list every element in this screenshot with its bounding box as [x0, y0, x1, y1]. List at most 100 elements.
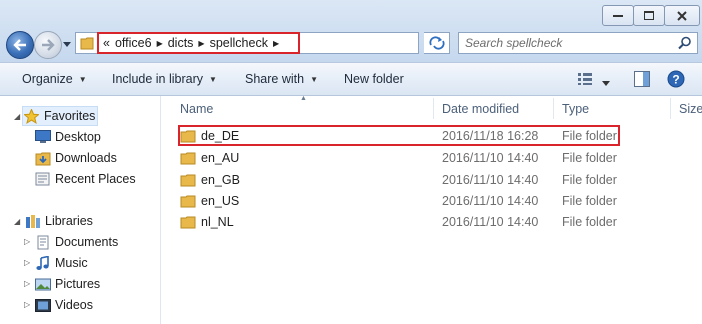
collapse-arrow-icon[interactable]: ◢: [14, 112, 20, 121]
breadcrumb-separator-icon[interactable]: ▶: [157, 39, 163, 48]
table-row[interactable]: de_DE 2016/11/18 16:28 File folder: [170, 125, 702, 146]
sidebar-item-recent-places[interactable]: Recent Places: [34, 169, 136, 189]
column-header-name[interactable]: Name: [180, 96, 213, 121]
sort-ascending-icon: ▲: [300, 95, 307, 102]
expand-arrow-icon[interactable]: ▷: [24, 237, 30, 246]
sidebar-item-pictures[interactable]: Pictures: [34, 274, 100, 294]
organize-label: Organize: [22, 72, 73, 86]
chevron-down-icon: ▼: [209, 74, 217, 84]
table-row[interactable]: en_GB 2016/11/10 14:40 File folder: [170, 169, 702, 190]
breadcrumb-item-spellcheck[interactable]: spellcheck: [210, 36, 268, 50]
folder-icon: [180, 151, 196, 165]
title-bar: « office6 ▶ dicts ▶ spellcheck ▶: [0, 0, 702, 62]
file-name: de_DE: [201, 128, 240, 143]
window-controls: [602, 5, 700, 26]
expand-arrow-icon[interactable]: ▷: [24, 258, 30, 267]
navigation-pane: ◢ Favorites Desktop Downloads Recent Pla…: [0, 96, 161, 324]
sidebar-item-label: Music: [55, 256, 88, 270]
column-divider[interactable]: [433, 98, 434, 119]
minimize-icon: [613, 14, 623, 17]
breadcrumb-item-office6[interactable]: office6: [115, 36, 152, 50]
file-name-cell: en_AU: [180, 147, 239, 168]
libraries-icon: [24, 213, 41, 229]
new-folder-button[interactable]: New folder: [344, 63, 404, 95]
file-name: en_GB: [201, 172, 240, 187]
sidebar-item-label: Pictures: [55, 277, 101, 291]
refresh-icon: [429, 36, 444, 50]
help-icon[interactable]: ?: [667, 70, 685, 91]
preview-pane-icon[interactable]: [634, 71, 650, 90]
forward-button[interactable]: [34, 31, 62, 59]
collapse-arrow-icon[interactable]: ◢: [14, 217, 20, 226]
column-header-date-modified[interactable]: Date modified: [442, 96, 519, 121]
sidebar-item-downloads[interactable]: Downloads: [34, 148, 117, 168]
back-arrow-icon: [13, 39, 26, 51]
back-button[interactable]: [6, 31, 34, 59]
refresh-button[interactable]: [424, 32, 450, 54]
column-header-label: Type: [562, 101, 590, 116]
sidebar-item-libraries[interactable]: Libraries: [24, 211, 93, 231]
file-type-cell: File folder: [562, 172, 617, 187]
folder-icon: [180, 173, 196, 187]
chevron-down-icon[interactable]: [602, 75, 610, 89]
forward-arrow-icon: [42, 39, 55, 51]
column-divider[interactable]: [670, 98, 671, 119]
file-name-cell: de_DE: [180, 125, 239, 146]
file-name-cell: en_US: [180, 190, 239, 211]
include-in-library-menu[interactable]: Include in library ▼: [112, 63, 217, 95]
sidebar-item-videos[interactable]: Videos: [34, 295, 93, 315]
minimize-button[interactable]: [602, 5, 634, 26]
close-button[interactable]: [664, 5, 700, 26]
file-date-cell: 2016/11/10 14:40: [442, 150, 539, 165]
breadcrumb-separator-icon[interactable]: ▶: [273, 39, 279, 48]
sidebar-item-favorites[interactable]: Favorites: [22, 106, 98, 126]
breadcrumb-separator-icon[interactable]: ▶: [198, 39, 204, 48]
command-bar: Organize ▼ Include in library ▼ Share wi…: [0, 62, 702, 96]
address-bar[interactable]: « office6 ▶ dicts ▶ spellcheck ▶: [75, 32, 419, 54]
folder-icon: [180, 215, 196, 229]
sidebar-item-desktop[interactable]: Desktop: [34, 127, 101, 147]
breadcrumb-item-dicts[interactable]: dicts: [168, 36, 194, 50]
column-header-size[interactable]: Size: [679, 96, 702, 121]
sidebar-item-music[interactable]: Music: [34, 253, 88, 273]
breadcrumb: « office6 ▶ dicts ▶ spellcheck ▶: [97, 32, 300, 54]
column-divider[interactable]: [553, 98, 554, 119]
desktop-icon: [34, 129, 51, 145]
view-options-icon[interactable]: [578, 73, 594, 88]
documents-icon: [34, 234, 51, 250]
close-icon: [677, 10, 687, 21]
column-header-type[interactable]: Type: [562, 96, 589, 121]
sidebar-item-label: Favorites: [44, 109, 96, 123]
share-with-menu[interactable]: Share with ▼: [245, 63, 318, 95]
videos-icon: [34, 297, 51, 313]
file-date-cell: 2016/11/18 16:28: [442, 128, 539, 143]
file-date-cell: 2016/11/10 14:40: [442, 214, 539, 229]
breadcrumb-overflow-button[interactable]: «: [103, 36, 110, 50]
table-row[interactable]: en_AU 2016/11/10 14:40 File folder: [170, 147, 702, 168]
table-row[interactable]: nl_NL 2016/11/10 14:40 File folder: [170, 211, 702, 232]
chevron-down-icon: ▼: [310, 74, 318, 84]
sidebar-item-label: Recent Places: [55, 172, 136, 186]
file-name: en_AU: [201, 150, 240, 165]
file-type-cell: File folder: [562, 214, 617, 229]
file-date-cell: 2016/11/10 14:40: [442, 172, 539, 187]
chevron-down-icon: [63, 41, 71, 47]
file-name: nl_NL: [201, 214, 234, 229]
search-box[interactable]: [458, 32, 698, 54]
star-icon: [23, 108, 40, 124]
table-row[interactable]: en_US 2016/11/10 14:40 File folder: [170, 190, 702, 211]
recent-pages-button[interactable]: [62, 38, 72, 50]
sidebar-item-documents[interactable]: Documents: [34, 232, 118, 252]
expand-arrow-icon[interactable]: ▷: [24, 300, 30, 309]
file-type-cell: File folder: [562, 150, 617, 165]
downloads-icon: [34, 150, 51, 166]
maximize-button[interactable]: [633, 5, 665, 26]
search-icon[interactable]: [678, 36, 692, 53]
sidebar-item-label: Videos: [55, 298, 93, 312]
search-input[interactable]: [465, 35, 665, 51]
pictures-icon: [34, 276, 51, 292]
folder-icon: [80, 36, 94, 53]
expand-arrow-icon[interactable]: ▷: [24, 279, 30, 288]
organize-menu[interactable]: Organize ▼: [22, 63, 87, 95]
file-date-cell: 2016/11/10 14:40: [442, 193, 539, 208]
